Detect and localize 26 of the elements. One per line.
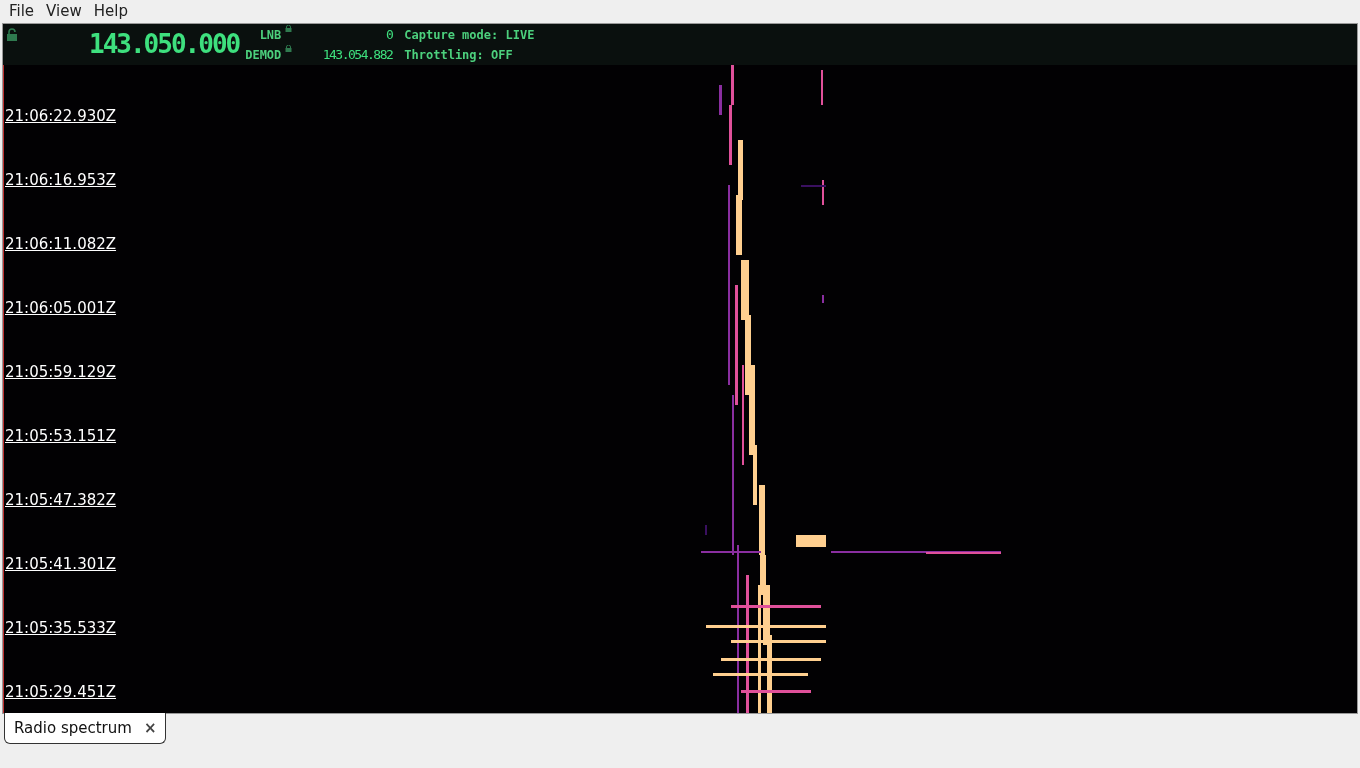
menu-item[interactable]: File xyxy=(3,0,41,23)
throttling-text: Throttling: OFF xyxy=(404,47,514,64)
lock-icon xyxy=(6,28,18,41)
timestamp-label: 21:05:53.151Z xyxy=(5,426,117,447)
timestamp-label: 21:06:05.001Z xyxy=(5,298,117,319)
timestamp-label: 21:05:35.533Z xyxy=(5,618,117,639)
demod-label: DEMOD xyxy=(245,47,282,64)
frequency-display: 143.050.000 xyxy=(89,28,240,61)
tab-label: Radio spectrum xyxy=(14,717,132,739)
timestamp-label: 21:05:41.301Z xyxy=(5,554,117,575)
capture-mode-text: Capture mode: LIVE xyxy=(404,27,535,44)
lnb-label: LNB xyxy=(259,27,282,44)
lnb-value: 0 xyxy=(386,26,393,44)
lock-icon xyxy=(285,45,293,52)
timestamp-label: 21:06:22.930Z xyxy=(5,106,117,127)
close-icon[interactable]: × xyxy=(143,716,157,740)
menu-item[interactable]: View xyxy=(40,0,88,23)
timestamp-label: 21:06:11.082Z xyxy=(5,234,117,255)
timestamp-label: 21:05:29.451Z xyxy=(5,682,117,703)
timestamp-label: 21:05:59.129Z xyxy=(5,362,117,383)
timestamp-label: 21:06:16.953Z xyxy=(5,170,117,191)
timestamp-label: 21:05:47.382Z xyxy=(5,490,117,511)
demod-frequency: 143.054.882 xyxy=(322,46,393,64)
lock-icon xyxy=(285,25,293,32)
tab[interactable]: Radio spectrum × xyxy=(4,713,167,744)
menu-item[interactable]: Help xyxy=(87,0,134,23)
